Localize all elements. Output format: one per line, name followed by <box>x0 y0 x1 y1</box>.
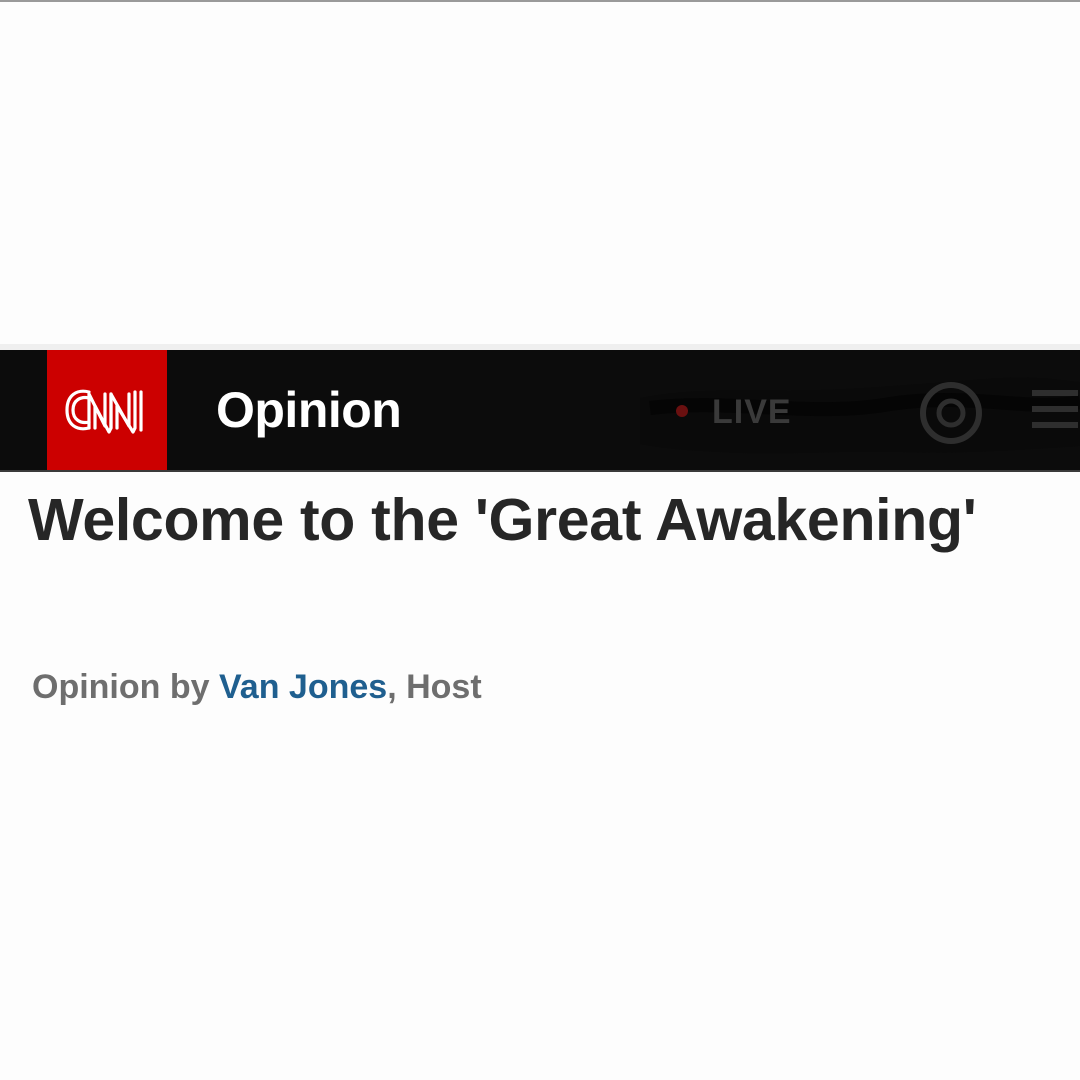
page: Opinion LIVE Welcome to the 'Great Awake… <box>0 0 1080 1080</box>
section-title[interactable]: Opinion <box>216 380 402 440</box>
author-link[interactable]: Van Jones <box>219 668 387 706</box>
menu-icon[interactable] <box>1018 384 1080 436</box>
live-label[interactable]: LIVE <box>712 392 792 432</box>
cnn-logo[interactable] <box>47 350 167 470</box>
byline-separator: , <box>387 668 407 706</box>
redaction-scribble <box>640 377 1080 454</box>
cnn-logo-mark <box>65 389 143 434</box>
site-header: Opinion LIVE <box>0 350 1080 472</box>
byline-prefix: Opinion by <box>32 668 219 706</box>
top-divider <box>0 0 1080 2</box>
live-indicator-dot <box>676 405 688 417</box>
search-icon[interactable] <box>912 374 990 452</box>
article-byline: Opinion by Van Jones, Host <box>32 666 482 708</box>
author-role: Host <box>406 668 482 706</box>
article-headline: Welcome to the 'Great Awakening' <box>28 487 977 553</box>
